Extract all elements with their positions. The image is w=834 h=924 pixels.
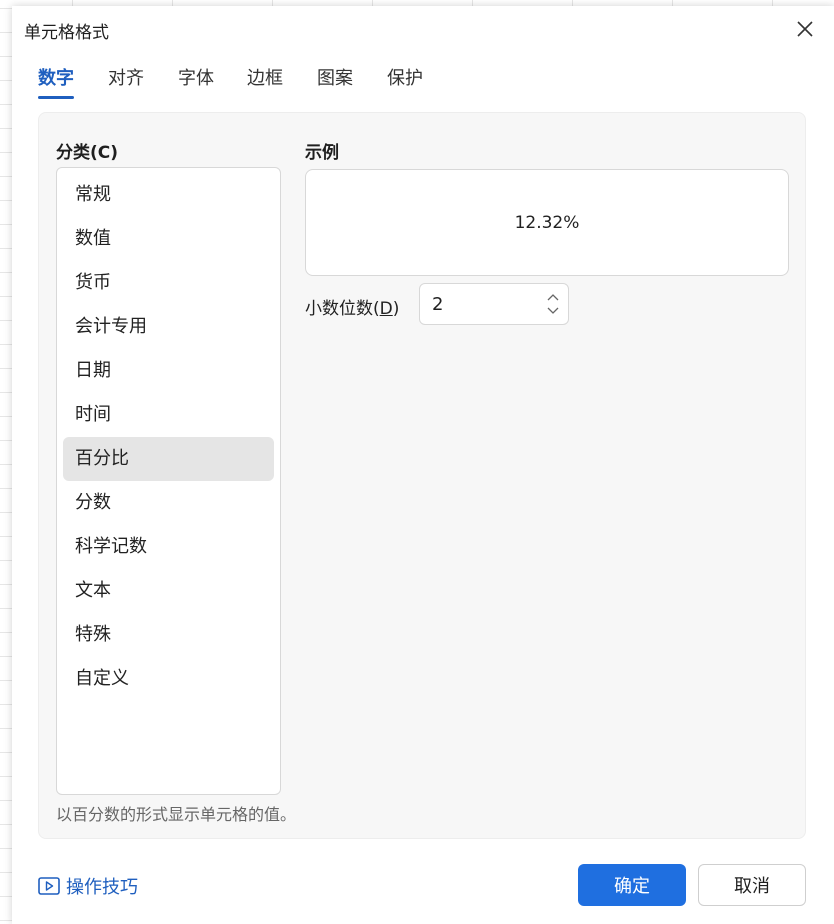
category-item-date[interactable]: 日期 (63, 349, 274, 393)
close-button[interactable] (788, 14, 822, 44)
category-item-special[interactable]: 特殊 (63, 613, 274, 657)
category-list[interactable]: 常规 数值 货币 会计专用 日期 时间 百分比 分数 科学记数 文本 特殊 自定… (56, 167, 281, 795)
category-item-number[interactable]: 数值 (63, 217, 274, 261)
category-item-scientific[interactable]: 科学记数 (63, 525, 274, 569)
category-label: 分类(C) (56, 143, 119, 163)
category-item-accounting[interactable]: 会计专用 (63, 305, 274, 349)
tab-bar: 数字 对齐 字体 边框 图案 保护 (12, 50, 834, 108)
decimal-label-suffix: ) (392, 299, 400, 319)
sample-value: 12.32% (514, 212, 580, 233)
category-item-time[interactable]: 时间 (63, 393, 274, 437)
category-item-percentage[interactable]: 百分比 (63, 437, 274, 481)
sample-preview: 12.32% (305, 169, 789, 276)
decimal-label-prefix: 小数位数( (305, 299, 380, 319)
tips-label[interactable]: 操作技巧 (66, 873, 138, 899)
sample-label: 示例 (305, 143, 339, 163)
category-item-text[interactable]: 文本 (63, 569, 274, 613)
chevron-up-icon (547, 294, 559, 301)
tab-border[interactable]: 边框 (247, 64, 283, 100)
decimal-places-stepper[interactable]: 2 (419, 283, 569, 325)
category-item-custom[interactable]: 自定义 (63, 657, 274, 701)
decrement-button[interactable] (544, 304, 562, 318)
category-item-general[interactable]: 常规 (63, 173, 274, 217)
tab-pattern[interactable]: 图案 (317, 64, 353, 100)
category-item-fraction[interactable]: 分数 (63, 481, 274, 525)
number-format-panel: 分类(C) 常规 数值 货币 会计专用 日期 时间 百分比 分数 科学记数 文本… (38, 112, 806, 839)
decimal-places-value[interactable]: 2 (432, 294, 443, 315)
chevron-down-icon (547, 307, 559, 314)
tips-link[interactable]: 操作技巧 (38, 873, 138, 899)
increment-button[interactable] (544, 290, 562, 304)
tab-font[interactable]: 字体 (178, 64, 214, 100)
category-description: 以百分数的形式显示单元格的值。 (56, 805, 297, 824)
ok-button[interactable]: 确定 (578, 864, 686, 906)
tab-alignment[interactable]: 对齐 (108, 64, 144, 100)
tab-protection[interactable]: 保护 (387, 64, 423, 100)
dialog-title: 单元格格式 (24, 23, 109, 43)
decimal-label-accesskey: D (379, 299, 393, 319)
play-square-icon (38, 877, 60, 895)
category-item-currency[interactable]: 货币 (63, 261, 274, 305)
decimal-places-label: 小数位数(D) (305, 294, 399, 319)
close-icon (797, 21, 813, 37)
cancel-button[interactable]: 取消 (698, 864, 806, 906)
format-cells-dialog: 单元格格式 数字 对齐 字体 边框 图案 保护 分类(C) 常规 数值 货币 会… (12, 6, 834, 924)
tab-number[interactable]: 数字 (38, 64, 74, 100)
dialog-titlebar: 单元格格式 (12, 6, 834, 50)
